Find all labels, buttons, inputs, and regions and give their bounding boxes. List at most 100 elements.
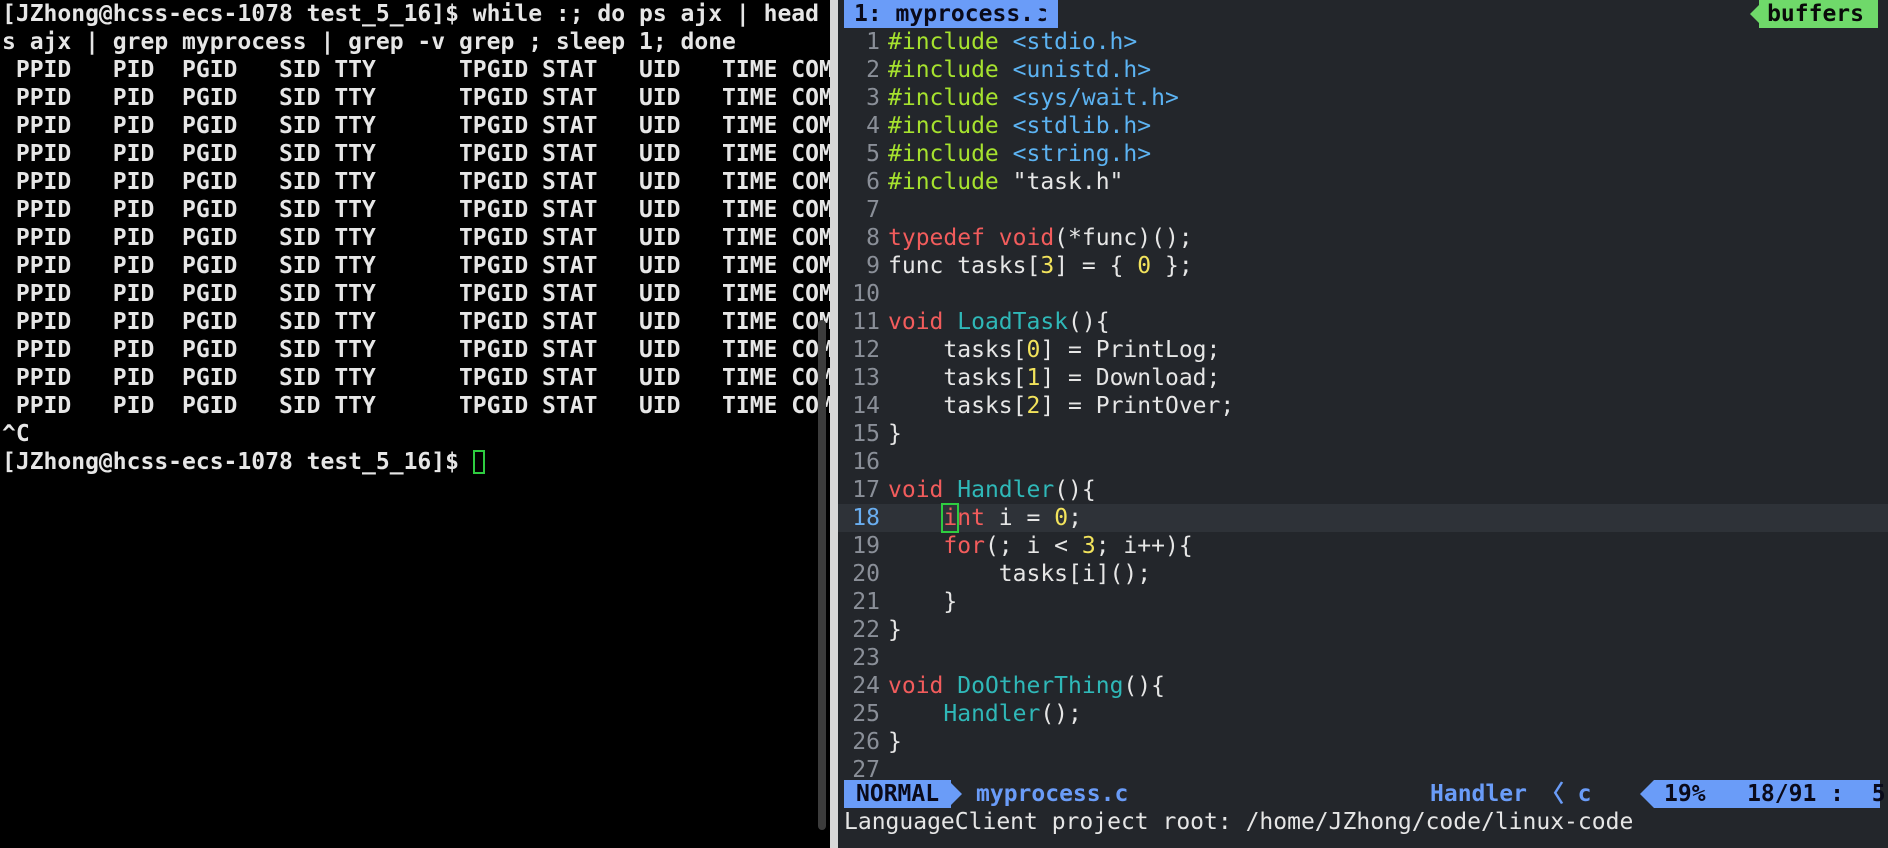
code-token: tasks[ <box>888 393 1027 419</box>
code-line[interactable]: 4 #include <stdlib.h> <box>838 112 1888 140</box>
code-line[interactable]: 13 tasks[1] = Download; <box>838 364 1888 392</box>
code-token: <stdio.h> <box>1012 29 1138 55</box>
line-number: 21 <box>852 589 880 615</box>
terminal-command-line: s ajx | grep myprocess | grep -v grep ; … <box>2 29 736 55</box>
code-token: #include <box>888 141 1013 167</box>
terminal-prompt-line[interactable]: [JZhong@hcss-ecs-1078 test_5_16]$ <box>0 448 830 476</box>
code-token: <sys/wait.h> <box>1012 85 1179 111</box>
ps-header-row: PPID PID PGID SID TTY TPGID STAT UID TIM… <box>2 197 830 223</box>
tab-myprocess[interactable]: 1: myprocess.c <box>844 0 1058 28</box>
code-token: LoadTask <box>957 309 1069 335</box>
line-number: 20 <box>852 561 880 587</box>
code-line[interactable]: 15} <box>838 420 1888 448</box>
code-token: Handler <box>957 477 1055 503</box>
code-line[interactable]: 20 tasks[i](); <box>838 560 1888 588</box>
code-line[interactable]: 25 Handler(); <box>838 700 1888 728</box>
code-line[interactable]: 21 } <box>838 588 1888 616</box>
code-line[interactable]: 6 #include "task.h" <box>838 168 1888 196</box>
terminal-pane[interactable]: [JZhong@hcss-ecs-1078 test_5_16]$ while … <box>0 0 830 848</box>
code-token: (){ <box>1054 477 1096 503</box>
code-token: (); <box>1040 701 1082 727</box>
code-token: i = <box>984 505 1055 531</box>
ps-header-row: PPID PID PGID SID TTY TPGID STAT UID TIM… <box>2 253 830 279</box>
code-token: 0 <box>1054 505 1069 531</box>
code-token: typedef <box>888 225 999 251</box>
editor-cursor: i <box>941 503 960 533</box>
ps-header-row: PPID PID PGID SID TTY TPGID STAT UID TIM… <box>2 337 830 363</box>
code-buffer[interactable]: 1 #include <stdio.h> 2 #include <unistd.h> 3… <box>838 28 1888 784</box>
line-number: 1 <box>866 29 880 55</box>
code-token: 1 <box>1026 365 1041 391</box>
code-line[interactable]: 17 void Handler(){ <box>838 476 1888 504</box>
vim-command-line: LanguageClient project root: /home/JZhon… <box>844 809 1634 835</box>
status-cursor-position: 19% 18/91 : 5 <box>1654 780 1886 808</box>
line-number: 17 <box>852 477 880 503</box>
code-token: #include <box>888 57 1013 83</box>
pane-divider[interactable] <box>830 0 838 848</box>
buffers-indicator: buffers <box>1759 0 1878 28</box>
code-line[interactable]: 1 #include <stdio.h> <box>838 28 1888 56</box>
code-line[interactable]: 12 tasks[0] = PrintLog; <box>838 336 1888 364</box>
code-line[interactable]: 2 #include <unistd.h> <box>838 56 1888 84</box>
line-number: 25 <box>852 701 880 727</box>
code-token: void <box>998 225 1055 251</box>
code-line[interactable]: 24 void DoOtherThing(){ <box>838 672 1888 700</box>
terminal-scrollbar[interactable] <box>818 320 826 830</box>
code-token: #include <box>888 29 1013 55</box>
code-token: 2 <box>1026 393 1041 419</box>
code-line[interactable]: 11 void LoadTask(){ <box>838 308 1888 336</box>
code-line[interactable]: 19 for(; i < 3; i++){ <box>838 532 1888 560</box>
ps-header-row: PPID PID PGID SID TTY TPGID STAT UID TIM… <box>2 85 830 111</box>
code-line[interactable]: 26} <box>838 728 1888 756</box>
code-line[interactable]: 16 <box>838 448 1888 476</box>
line-number: 2 <box>866 57 880 83</box>
code-line[interactable]: 22} <box>838 616 1888 644</box>
ps-header-row: PPID PID PGID SID TTY TPGID STAT UID TIM… <box>2 393 830 419</box>
code-line[interactable]: 18 int i = 0; <box>838 503 1888 533</box>
code-line[interactable]: 9 func tasks[3] = { 0 }; <box>838 252 1888 280</box>
code-token: ] = PrintLog; <box>1040 337 1221 363</box>
code-token: ; <box>1068 505 1082 531</box>
code-line[interactable]: 3 #include <sys/wait.h> <box>838 84 1888 112</box>
code-line[interactable]: 14 tasks[2] = PrintOver; <box>838 392 1888 420</box>
code-token: void <box>888 309 958 335</box>
code-token: }; <box>1151 253 1193 279</box>
code-token: #include <box>888 169 1013 195</box>
code-token: 0 <box>1137 253 1152 279</box>
ps-output: PPID PID PGID SID TTY TPGID STAT UID TIM… <box>0 56 830 420</box>
code-token: ] = Download; <box>1040 365 1221 391</box>
code-token: "task.h" <box>1012 169 1124 195</box>
line-number: 12 <box>852 337 880 363</box>
code-line[interactable]: 10 <box>838 280 1888 308</box>
code-line[interactable]: 7 <box>838 196 1888 224</box>
line-number: 9 <box>866 253 880 279</box>
code-token: <string.h> <box>1012 141 1152 167</box>
ps-header-row: PPID PID PGID SID TTY TPGID STAT UID TIM… <box>2 281 830 307</box>
code-token: nt <box>957 505 985 531</box>
mode-separator-icon <box>948 780 962 808</box>
code-token: ] = { <box>1054 253 1138 279</box>
code-line[interactable]: 5 #include <string.h> <box>838 140 1888 168</box>
status-filename: myprocess.c <box>976 781 1129 807</box>
code-token: (){ <box>1068 309 1110 335</box>
line-number: 4 <box>866 113 880 139</box>
vim-tabline: 1: myprocess.c buffers <box>838 0 1888 28</box>
line-number: 10 <box>852 281 880 307</box>
code-line[interactable]: 23 <box>838 644 1888 672</box>
code-token: 3 <box>1081 533 1096 559</box>
line-number: 18 <box>852 505 880 531</box>
line-number: 22 <box>852 617 880 643</box>
code-line[interactable]: 8 typedef void(*func)(); <box>838 224 1888 252</box>
code-token: <unistd.h> <box>1012 57 1152 83</box>
code-token: #include <box>888 85 1013 111</box>
code-token: } <box>888 421 902 447</box>
line-number: 15 <box>852 421 880 447</box>
code-token: 3 <box>1040 253 1055 279</box>
line-number: 26 <box>852 729 880 755</box>
line-number: 14 <box>852 393 880 419</box>
vim-editor-pane[interactable]: 1: myprocess.c buffers 1 #include <stdio.… <box>838 0 1888 848</box>
code-token: void <box>888 673 958 699</box>
terminal-interrupt: ^C <box>2 421 30 447</box>
line-number: 5 <box>866 141 880 167</box>
line-number: 7 <box>866 197 880 223</box>
